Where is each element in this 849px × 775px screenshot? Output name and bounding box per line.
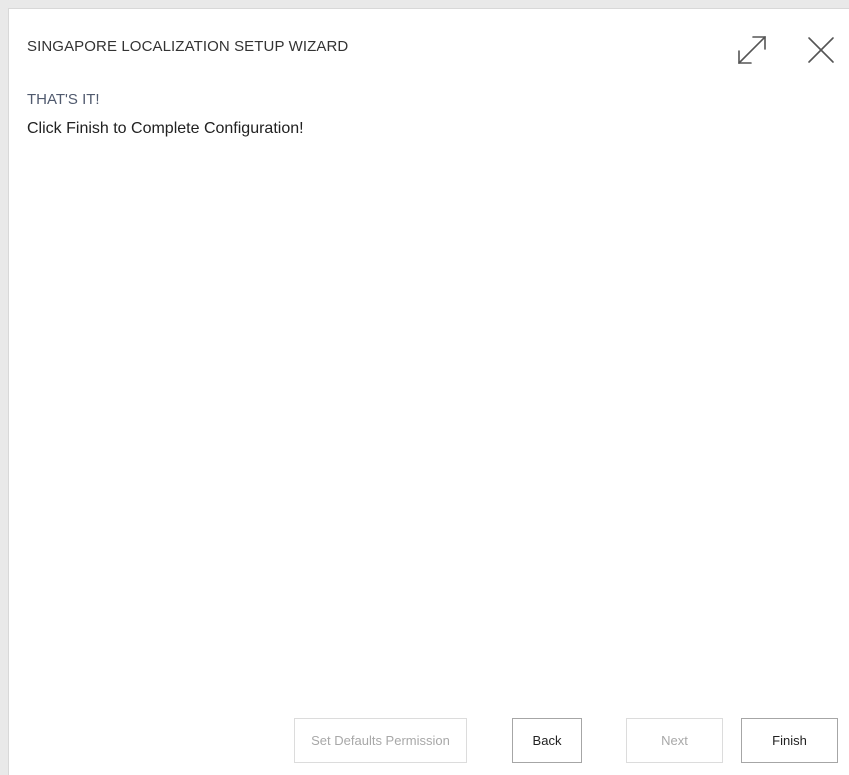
step-heading: THAT'S IT! [27, 91, 100, 108]
step-message: Click Finish to Complete Configuration! [27, 120, 304, 137]
set-defaults-permission-button[interactable]: Set Defaults Permission [294, 718, 467, 763]
close-button[interactable] [803, 32, 839, 68]
wizard-content: THAT'S IT! Click Finish to Complete Conf… [27, 91, 831, 138]
dialog-title: SINGAPORE LOCALIZATION SETUP WIZARD [27, 38, 349, 55]
expand-icon [738, 36, 766, 64]
dialog-titlebar: SINGAPORE LOCALIZATION SETUP WIZARD [9, 9, 849, 85]
setup-wizard-dialog: SINGAPORE LOCALIZATION SETUP WIZARD THAT… [8, 8, 849, 775]
wizard-footer: Set Defaults Permission Back Next Finish [9, 718, 849, 764]
next-button[interactable]: Next [626, 718, 723, 763]
back-button[interactable]: Back [512, 718, 582, 763]
finish-button[interactable]: Finish [741, 718, 838, 763]
expand-button[interactable] [734, 32, 770, 68]
close-icon [808, 37, 834, 63]
